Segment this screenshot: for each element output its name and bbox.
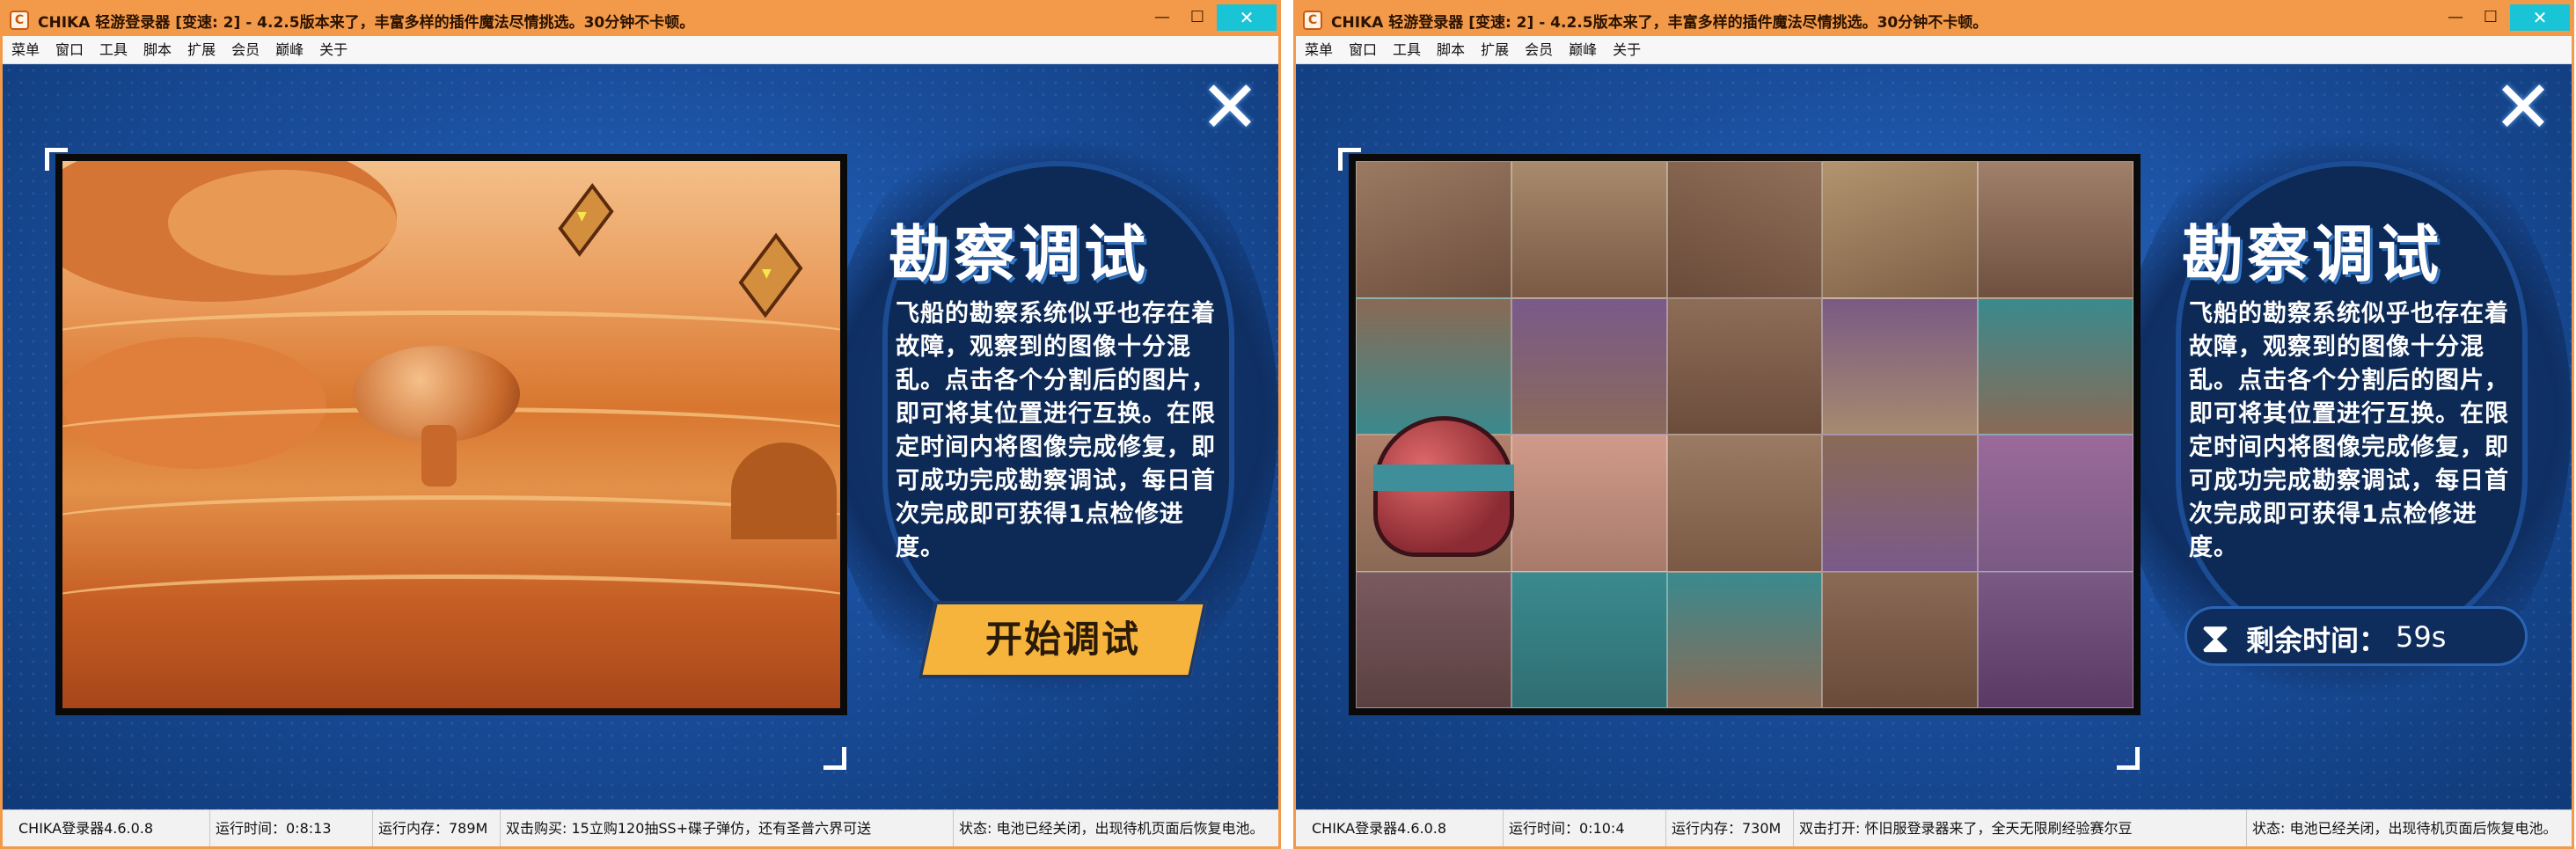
panel-title: 勘察调试 [889,218,1149,290]
menu-item-about[interactable]: 关于 [1605,36,1649,64]
menu-item-member[interactable]: 会员 [1517,36,1561,64]
scan-image-frame: ▼ ▼ [55,154,847,715]
app-icon: C [1303,11,1322,30]
game-window-2: C CHIKA 轻游登录器 [变速: 2] - 4.2.5版本来了，丰富多样的插… [1293,0,2574,849]
panel-title: 勘察调试 [2182,218,2442,290]
puzzle-tile[interactable] [1978,571,2133,708]
status-state: 状态: 电池已经关闭，出现待机页面后恢复电池。 [953,810,1278,846]
status-runtime: 运行时间：0:10:4 [1503,810,1661,846]
status-message[interactable]: 双击打开: 怀旧服登录器来了，全天无限刷经验赛尔豆 [1793,810,2242,846]
panel-description: 飞船的勘察系统似乎也存在着故障，观察到的图像十分混乱。点击各个分割后的图片，即可… [2189,300,2509,561]
puzzle-tile[interactable] [1666,161,1823,298]
status-message[interactable]: 双击购买: 15立购120抽SS+碟子弹仿，还有圣普六界可送 [500,810,948,846]
status-bar: CHIKA登录器4.6.0.8 运行时间：0:10:4 运行内存：730M 双击… [1296,809,2572,846]
scan-image: ▼ ▼ [62,161,840,708]
menu-item-about[interactable]: 关于 [311,36,355,64]
status-state: 状态: 电池已经关闭，出现待机页面后恢复电池。 [2246,810,2572,846]
hourglass-icon: ⧗ [2200,613,2230,662]
game-canvas[interactable]: ✕ 勘察调试 飞船的勘察系统似乎也存在着故障，观察到的图像十分混乱。点击各个分割… [1296,64,2572,809]
puzzle-tile[interactable] [1356,571,1511,708]
menu-item-caidan[interactable]: 菜单 [1296,36,1341,64]
cloud-shape [168,170,397,275]
window-title: CHIKA 轻游登录器 [变速: 2] - 4.2.5版本来了，丰富多样的插件魔… [38,14,695,32]
maximize-button[interactable]: ☐ [2473,4,2508,31]
timer-value: 59s [2396,620,2447,654]
close-button[interactable]: ✕ [2510,4,2570,31]
close-icon[interactable]: ✕ [1195,72,1265,144]
panel-description: 飞船的勘察系统似乎也存在着故障，观察到的图像十分混乱。点击各个分割后的图片，即可… [896,300,1216,561]
crystal-marks: ▼ [577,209,587,223]
puzzle-tile[interactable] [1666,297,1823,435]
menu-item-peak[interactable]: 巅峰 [1561,36,1605,64]
puzzle-frame [1349,154,2141,715]
title-bar[interactable]: C CHIKA 轻游登录器 [变速: 2] - 4.2.5版本来了，丰富多样的插… [3,3,1278,36]
status-version: CHIKA登录器4.6.0.8 [1312,820,1447,837]
pod-stripe [1373,465,1514,491]
puzzle-tile[interactable] [1822,571,1979,708]
menu-item-caidan[interactable]: 菜单 [3,36,48,64]
puzzle-tile[interactable] [1822,435,1979,572]
game-window-1: C CHIKA 轻游登录器 [变速: 2] - 4.2.5版本来了，丰富多样的插… [0,0,1281,849]
frame-corner-icon [2117,747,2140,770]
puzzle-tile[interactable] [1822,161,1979,298]
puzzle-tile[interactable] [1356,297,1511,435]
puzzle-tile[interactable] [1978,161,2133,298]
status-memory: 运行内存：730M [1665,810,1793,846]
crystal-marks: ▼ [762,267,772,281]
terrain-band [62,575,840,636]
game-canvas[interactable]: ✕ ▼ ▼ 勘察调试 飞船的勘察系统似乎也存在着故障，观察到的图像十分混乱。点击… [3,64,1278,809]
mushroom-stem [421,425,457,487]
bush-shape [731,443,837,539]
title-bar[interactable]: C CHIKA 轻游登录器 [变速: 2] - 4.2.5版本来了，丰富多样的插… [1296,3,2572,36]
puzzle-image [1356,161,2133,708]
puzzle-tile[interactable] [1511,435,1667,572]
status-memory: 运行内存：789M [372,810,500,846]
menu-item-extend[interactable]: 扩展 [179,36,223,64]
menu-item-member[interactable]: 会员 [223,36,267,64]
maximize-button[interactable]: ☐ [1180,4,1215,31]
status-bar: CHIKA登录器4.6.0.8 运行时间：0:8:13 运行内存：789M 双击… [3,809,1278,846]
puzzle-tile[interactable] [1822,297,1979,435]
puzzle-tile[interactable] [1666,571,1823,708]
menu-item-script[interactable]: 脚本 [135,36,179,64]
terrain-band [62,495,840,557]
menu-item-window[interactable]: 窗口 [1341,36,1385,64]
puzzle-tile[interactable] [1511,161,1667,298]
puzzle-tile[interactable] [1356,161,1511,298]
frame-corner-icon [823,747,846,770]
close-icon[interactable]: ✕ [2488,72,2558,144]
menu-item-extend[interactable]: 扩展 [1473,36,1517,64]
menu-item-tools[interactable]: 工具 [91,36,135,64]
puzzle-tile[interactable] [1511,297,1667,435]
window-title: CHIKA 轻游登录器 [变速: 2] - 4.2.5版本来了，丰富多样的插件魔… [1331,14,1988,32]
minimize-button[interactable]: — [2438,4,2473,31]
puzzle-tile[interactable] [1511,571,1667,708]
timer-label: 剩余时间： [2246,624,2388,657]
menu-bar: 菜单 窗口 工具 脚本 扩展 会员 巅峰 关于 [3,36,1278,64]
puzzle-tile[interactable] [1978,435,2133,572]
start-debug-button[interactable]: 开始调试 [926,601,1199,678]
close-button[interactable]: ✕ [1217,4,1277,31]
puzzle-tile[interactable] [1978,297,2133,435]
puzzle-tile[interactable] [1666,435,1823,572]
minimize-button[interactable]: — [1145,4,1180,31]
status-version: CHIKA登录器4.6.0.8 [18,820,154,837]
menu-item-window[interactable]: 窗口 [48,36,91,64]
app-icon: C [10,11,29,30]
menu-bar: 菜单 窗口 工具 脚本 扩展 会员 巅峰 关于 [1296,36,2572,64]
menu-item-peak[interactable]: 巅峰 [267,36,311,64]
status-runtime: 运行时间：0:8:13 [209,810,368,846]
menu-item-tools[interactable]: 工具 [1385,36,1429,64]
menu-item-script[interactable]: 脚本 [1429,36,1473,64]
